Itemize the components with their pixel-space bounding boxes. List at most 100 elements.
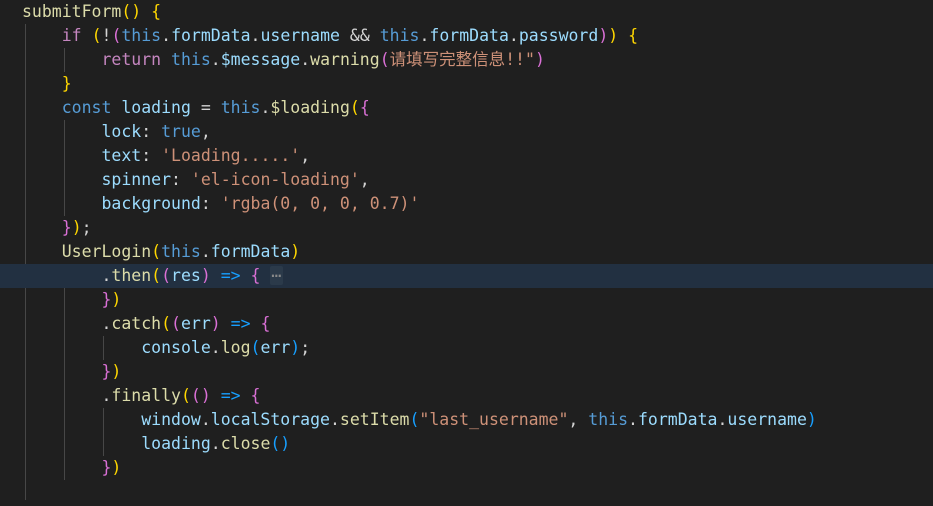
token-prop-username: username (260, 26, 340, 45)
token-arrow: => (230, 314, 251, 333)
token-prop-password: password (518, 26, 599, 45)
token-paren: ) (111, 362, 122, 381)
token-comma: , (568, 410, 579, 429)
token-dot: . (300, 50, 311, 69)
token-keyword-this: this (379, 26, 420, 45)
token-paren: ( (171, 314, 181, 333)
token-prop-formdata: formData (637, 410, 718, 429)
token-function-then: then (111, 266, 152, 285)
token-paren: ( (151, 242, 162, 261)
token-keyword-this: this (588, 410, 629, 429)
code-line-9[interactable]: background: 'rgba(0, 0, 0, 0.7)' (0, 192, 933, 216)
token-param-err: err (180, 314, 211, 333)
code-lines[interactable]: submitForm() { if (!(this.formData.usern… (0, 0, 933, 506)
code-line-6[interactable]: lock: true, (0, 120, 933, 144)
token-dot: . (508, 26, 519, 45)
token-paren: ( (161, 266, 172, 285)
token-comma: , (300, 146, 311, 165)
token-paren: ) (111, 458, 122, 477)
token-brace: } (101, 362, 112, 381)
code-line-7[interactable]: text: 'Loading.....', (0, 144, 933, 168)
token-dot: . (101, 386, 112, 405)
code-line-2[interactable]: if (!(this.formData.username && this.for… (0, 24, 933, 48)
code-line-8[interactable]: spinner: 'el-icon-loading', (0, 168, 933, 192)
code-line-13[interactable]: }) (0, 288, 933, 312)
token-colon: : (141, 122, 152, 141)
code-editor-viewport[interactable]: submitForm() { if (!(this.formData.usern… (0, 0, 933, 506)
token-paren: ( (151, 266, 162, 285)
token-paren: ) (290, 338, 301, 357)
token-dot: . (419, 26, 430, 45)
token-paren: ) (534, 50, 545, 69)
token-brace: { (628, 26, 639, 45)
code-line-17[interactable]: .finally(() => { (0, 384, 933, 408)
token-var-loading: loading (121, 98, 191, 117)
token-colon: : (141, 146, 152, 165)
token-dot: . (250, 26, 261, 45)
code-line-10[interactable]: }); (0, 216, 933, 240)
token-colon: : (200, 194, 211, 213)
token-brace: } (61, 218, 72, 237)
token-colon: : (171, 170, 181, 189)
token-key-spinner: spinner (101, 170, 172, 189)
code-line-3[interactable]: return this.$message.warning(请填写完整信息!!") (0, 48, 933, 72)
token-dot: . (200, 242, 211, 261)
token-paren: () (270, 434, 291, 453)
code-line-14[interactable]: .catch((err) => { (0, 312, 933, 336)
code-line-15[interactable]: console.log(err); (0, 336, 933, 360)
token-prop-formdata: formData (171, 26, 251, 45)
code-line-4[interactable]: } (0, 72, 933, 96)
token-dot: . (200, 410, 211, 429)
code-line-18[interactable]: window.localStorage.setItem("last_userna… (0, 408, 933, 432)
token-dot: . (260, 98, 271, 117)
token-paren: ) (290, 242, 301, 261)
folded-code-indicator[interactable]: ⋯ (270, 266, 284, 285)
token-object-console: console (141, 338, 211, 357)
token-paren: ( (379, 50, 390, 69)
token-object-window: window (141, 410, 201, 429)
token-paren: ( (349, 98, 360, 117)
token-function-finally: finally (111, 386, 181, 405)
token-object-localstorage: localStorage (210, 410, 330, 429)
token-keyword-this: this (220, 98, 261, 117)
token-operator-and: && (349, 26, 370, 45)
token-brace: } (101, 458, 112, 477)
token-keyword-this: this (121, 26, 162, 45)
token-dot: . (628, 410, 638, 429)
code-line-20[interactable]: }) (0, 456, 933, 480)
token-string-last-username-key: "last_username" (419, 410, 569, 429)
token-paren: ( (250, 338, 261, 357)
code-line-11[interactable]: UserLogin(this.formData) (0, 240, 933, 264)
token-paren: ) (598, 26, 609, 45)
token-boolean-true: true (161, 122, 201, 141)
token-paren: ) (200, 266, 211, 285)
token-function-close: close (220, 434, 271, 453)
token-paren: () (121, 2, 142, 21)
token-dot: . (210, 50, 221, 69)
token-dot: . (101, 266, 112, 285)
token-operator-assign: = (200, 98, 211, 117)
token-string-quote: " (525, 50, 535, 69)
token-function-loading: $loading (270, 98, 350, 117)
token-brace: { (250, 266, 261, 285)
token-arrow: => (220, 266, 241, 285)
code-line-12-active[interactable]: .then((res) => { ⋯ (0, 264, 933, 288)
token-dot: . (161, 26, 172, 45)
token-paren: ) (71, 218, 82, 237)
token-keyword-const: const (61, 98, 112, 117)
code-line-16[interactable]: }) (0, 360, 933, 384)
token-keyword-this: this (161, 242, 201, 261)
token-prop-message: $message (220, 50, 301, 69)
token-paren: ( (180, 386, 191, 405)
token-paren: ) (210, 314, 221, 333)
code-line-1[interactable]: submitForm() { (0, 0, 933, 24)
token-keyword-return: return (101, 50, 162, 69)
code-line-19[interactable]: loading.close() (0, 432, 933, 456)
token-brace: { (260, 314, 271, 333)
token-key-background: background (101, 194, 201, 213)
token-semicolon: ; (300, 338, 311, 357)
code-line-5[interactable]: const loading = this.$loading({ (0, 96, 933, 120)
token-function-userlogin: UserLogin (61, 242, 152, 261)
token-paren: ( (91, 26, 102, 45)
token-function-submitform: submitForm (22, 2, 122, 21)
